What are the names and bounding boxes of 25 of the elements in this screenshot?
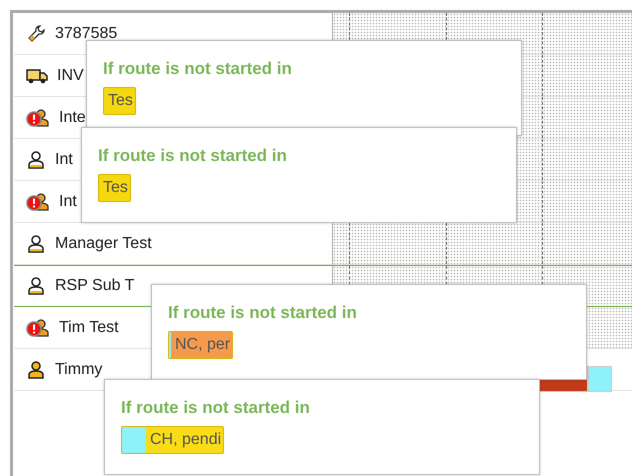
status-chip[interactable]: Tes [103, 87, 136, 115]
alert-person-icon [26, 108, 50, 128]
popover-title: If route is not started in [121, 398, 310, 418]
person-icon [26, 276, 46, 296]
resource-name[interactable]: Inte [59, 108, 86, 126]
alert-person-icon [26, 318, 50, 338]
resource-name[interactable]: RSP Sub T [55, 277, 134, 295]
person-icon [26, 234, 46, 254]
resource-name[interactable]: Int [59, 192, 77, 210]
popover-title: If route is not started in [98, 146, 287, 166]
resource-name[interactable]: 3787585 [55, 24, 118, 42]
resource-name[interactable]: INV [57, 66, 84, 84]
wrench-icon [26, 24, 46, 44]
resource-name[interactable]: Tim Test [59, 318, 119, 336]
person-icon [26, 150, 46, 170]
resource-name[interactable]: Int [55, 150, 73, 168]
resource-name[interactable]: Timmy [55, 360, 102, 378]
person-icon [26, 360, 46, 380]
schedule-bar-segment[interactable] [588, 366, 612, 392]
popover-title: If route is not started in [168, 303, 357, 323]
status-chip[interactable]: CH, pendi [121, 426, 224, 454]
resource-name[interactable]: Manager Test [55, 234, 152, 252]
alert-person-icon [26, 192, 50, 212]
status-chip[interactable]: Tes [98, 174, 131, 202]
popover-title: If route is not started in [103, 59, 292, 79]
